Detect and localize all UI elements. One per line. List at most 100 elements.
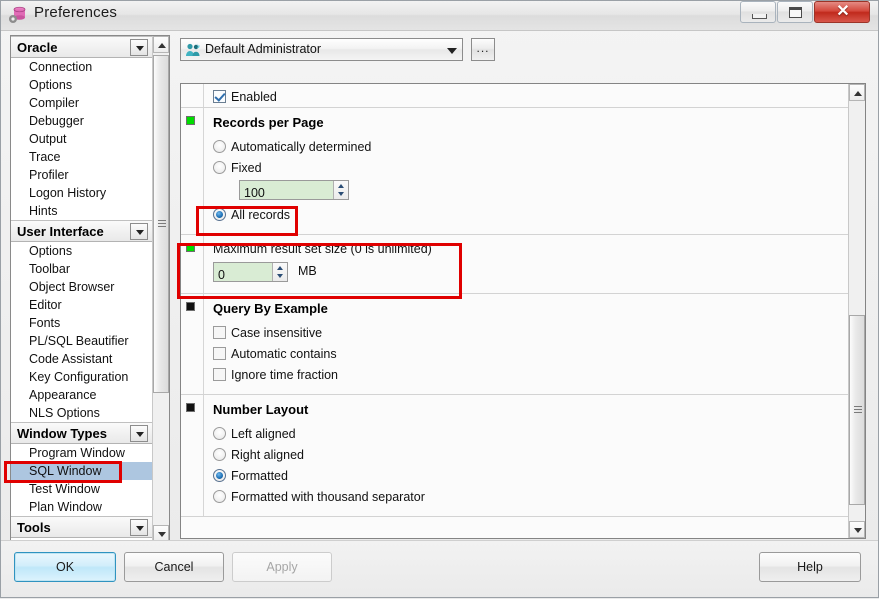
sidebar-item-appearance[interactable]: Appearance [11, 386, 152, 404]
sidebar-item-program-window[interactable]: Program Window [11, 444, 152, 462]
stepper-down-icon[interactable] [277, 273, 283, 278]
section-title: Query By Example [213, 301, 328, 316]
radio-row-fixed[interactable]: Fixed [213, 158, 848, 179]
sidebar-item-toolbar[interactable]: Toolbar [11, 260, 152, 278]
sidebar-item-options[interactable]: Options [11, 76, 152, 94]
max-result-set-size-stepper[interactable] [272, 262, 287, 281]
radio-formatted[interactable] [213, 469, 226, 482]
sidebar-item-code-assistant[interactable]: Code Assistant [11, 350, 152, 368]
tree-group-expander-button[interactable] [130, 425, 148, 442]
profile-value: Default Administrator [205, 42, 322, 56]
tree-scroll-thumb[interactable] [153, 55, 169, 393]
radio-formatted-with-thousand-separator[interactable] [213, 490, 226, 503]
fixed-value-row: 100 [239, 179, 848, 205]
tree-group-expander-button[interactable] [130, 39, 148, 56]
sidebar-item-compiler[interactable]: Compiler [11, 94, 152, 112]
radio-label: Formatted with thousand separator [231, 490, 425, 504]
radio-row-all-records[interactable]: All records [213, 205, 848, 226]
radio-right-aligned[interactable] [213, 448, 226, 461]
options-content: Enabled Records per Page Automatically det… [181, 84, 848, 538]
tree-scroll-up-button[interactable] [153, 36, 169, 53]
radio-left-aligned[interactable] [213, 427, 226, 440]
title-bar: Preferences ✕ [0, 0, 879, 31]
profile-combobox[interactable]: Default Administrator [180, 38, 463, 61]
options-scroll-down-button[interactable] [849, 521, 865, 538]
sidebar-item-profiler[interactable]: Profiler [11, 166, 152, 184]
radio-row-automatically-determined[interactable]: Automatically determined [213, 137, 848, 158]
records-per-page-value: 100 [244, 185, 265, 200]
tree-group-expander-button[interactable] [130, 223, 148, 240]
records-per-page-stepper[interactable] [333, 180, 348, 199]
sidebar-item-editor[interactable]: Editor [11, 296, 152, 314]
chevron-down-icon [136, 526, 144, 531]
checkbox-case-insensitive[interactable] [213, 326, 226, 339]
stepper-up-icon[interactable] [338, 183, 344, 188]
radio-fixed[interactable] [213, 161, 226, 174]
enabled-checkbox[interactable] [213, 90, 226, 103]
minimize-icon [752, 14, 767, 19]
sidebar-item-sql-window[interactable]: SQL Window [11, 462, 152, 480]
checkbox-ignore-time-fraction[interactable] [213, 368, 226, 381]
radio-row-right-aligned[interactable]: Right aligned [213, 445, 848, 466]
help-button[interactable]: Help [759, 552, 861, 582]
sidebar-item-nls-options[interactable]: NLS Options [11, 404, 152, 422]
sidebar-item-debugger[interactable]: Debugger [11, 112, 152, 130]
section-label: Maximum result set size (0 is unlimited) [213, 242, 432, 256]
sidebar-item-fonts[interactable]: Fonts [11, 314, 152, 332]
radio-label: All records [231, 208, 291, 222]
database-gear-icon [8, 5, 28, 25]
records-per-page-input[interactable]: 100 [239, 179, 349, 200]
tree-scrollbar[interactable] [152, 36, 169, 542]
sidebar-item-trace[interactable]: Trace [11, 148, 152, 166]
options-scroll-up-button[interactable] [849, 84, 865, 101]
enabled-row[interactable]: Enabled [213, 87, 848, 108]
sidebar-item-plan-window[interactable]: Plan Window [11, 498, 152, 516]
options-scrollbar[interactable] [848, 84, 865, 538]
scroll-up-arrow-icon [854, 91, 862, 96]
sidebar-item-logon-history[interactable]: Logon History [11, 184, 152, 202]
max-result-set-row: 0 MB [213, 261, 848, 285]
minimize-button[interactable] [740, 1, 776, 23]
chevron-down-icon[interactable] [447, 48, 457, 54]
max-result-set-size-input[interactable]: 0 [213, 261, 288, 282]
window-title: Preferences [34, 4, 118, 21]
stepper-down-icon[interactable] [338, 191, 344, 196]
ok-button[interactable]: OK [14, 552, 116, 582]
tree-group-user-interface[interactable]: User Interface [11, 220, 152, 242]
close-button[interactable]: ✕ [814, 1, 870, 23]
sidebar-item-options[interactable]: Options [11, 242, 152, 260]
tree-group-tools[interactable]: Tools [11, 516, 152, 538]
max-result-set-size-value: 0 [218, 267, 225, 282]
radio-automatically-determined[interactable] [213, 140, 226, 153]
profile-more-button[interactable]: ... [471, 38, 495, 61]
section-records-per-page: Records per Page Automatically determined… [181, 108, 848, 235]
sidebar-item-pl-sql-beautifier[interactable]: PL/SQL Beautifier [11, 332, 152, 350]
cancel-button[interactable]: Cancel [124, 552, 224, 582]
radio-all-records[interactable] [213, 208, 226, 221]
tree-group-oracle[interactable]: Oracle [11, 36, 152, 58]
dialog-button-bar: OK Cancel Apply Help [0, 540, 879, 599]
checkbox-automatic-contains[interactable] [213, 347, 226, 360]
checkbox-row-automatic-contains[interactable]: Automatic contains [213, 344, 848, 365]
sidebar-item-object-browser[interactable]: Object Browser [11, 278, 152, 296]
sidebar-item-key-configuration[interactable]: Key Configuration [11, 368, 152, 386]
maximize-button[interactable] [777, 1, 813, 23]
tree-group-label: Oracle [17, 40, 58, 55]
tree-group-window-types[interactable]: Window Types [11, 422, 152, 444]
radio-row-formatted[interactable]: Formatted [213, 466, 848, 487]
checkbox-label: Ignore time fraction [231, 368, 338, 382]
checkbox-row-case-insensitive[interactable]: Case insensitive [213, 323, 848, 344]
sidebar-item-test-window[interactable]: Test Window [11, 480, 152, 498]
max-result-set-size-unit: MB [298, 264, 317, 279]
sidebar-item-hints[interactable]: Hints [11, 202, 152, 220]
checkbox-row-ignore-time-fraction[interactable]: Ignore time fraction [213, 365, 848, 386]
radio-row-formatted-with-thousand-separator[interactable]: Formatted with thousand separator [213, 487, 848, 508]
options-scroll-thumb[interactable] [849, 315, 865, 505]
sidebar-item-connection[interactable]: Connection [11, 58, 152, 76]
radio-row-left-aligned[interactable]: Left aligned [213, 424, 848, 445]
tree-group-expander-button[interactable] [130, 519, 148, 536]
section-maximum-result-set-size-0-is-unlimited: Maximum result set size (0 is unlimited)… [181, 235, 848, 294]
stepper-up-icon[interactable] [277, 265, 283, 270]
sidebar-item-output[interactable]: Output [11, 130, 152, 148]
chevron-down-icon [136, 46, 144, 51]
